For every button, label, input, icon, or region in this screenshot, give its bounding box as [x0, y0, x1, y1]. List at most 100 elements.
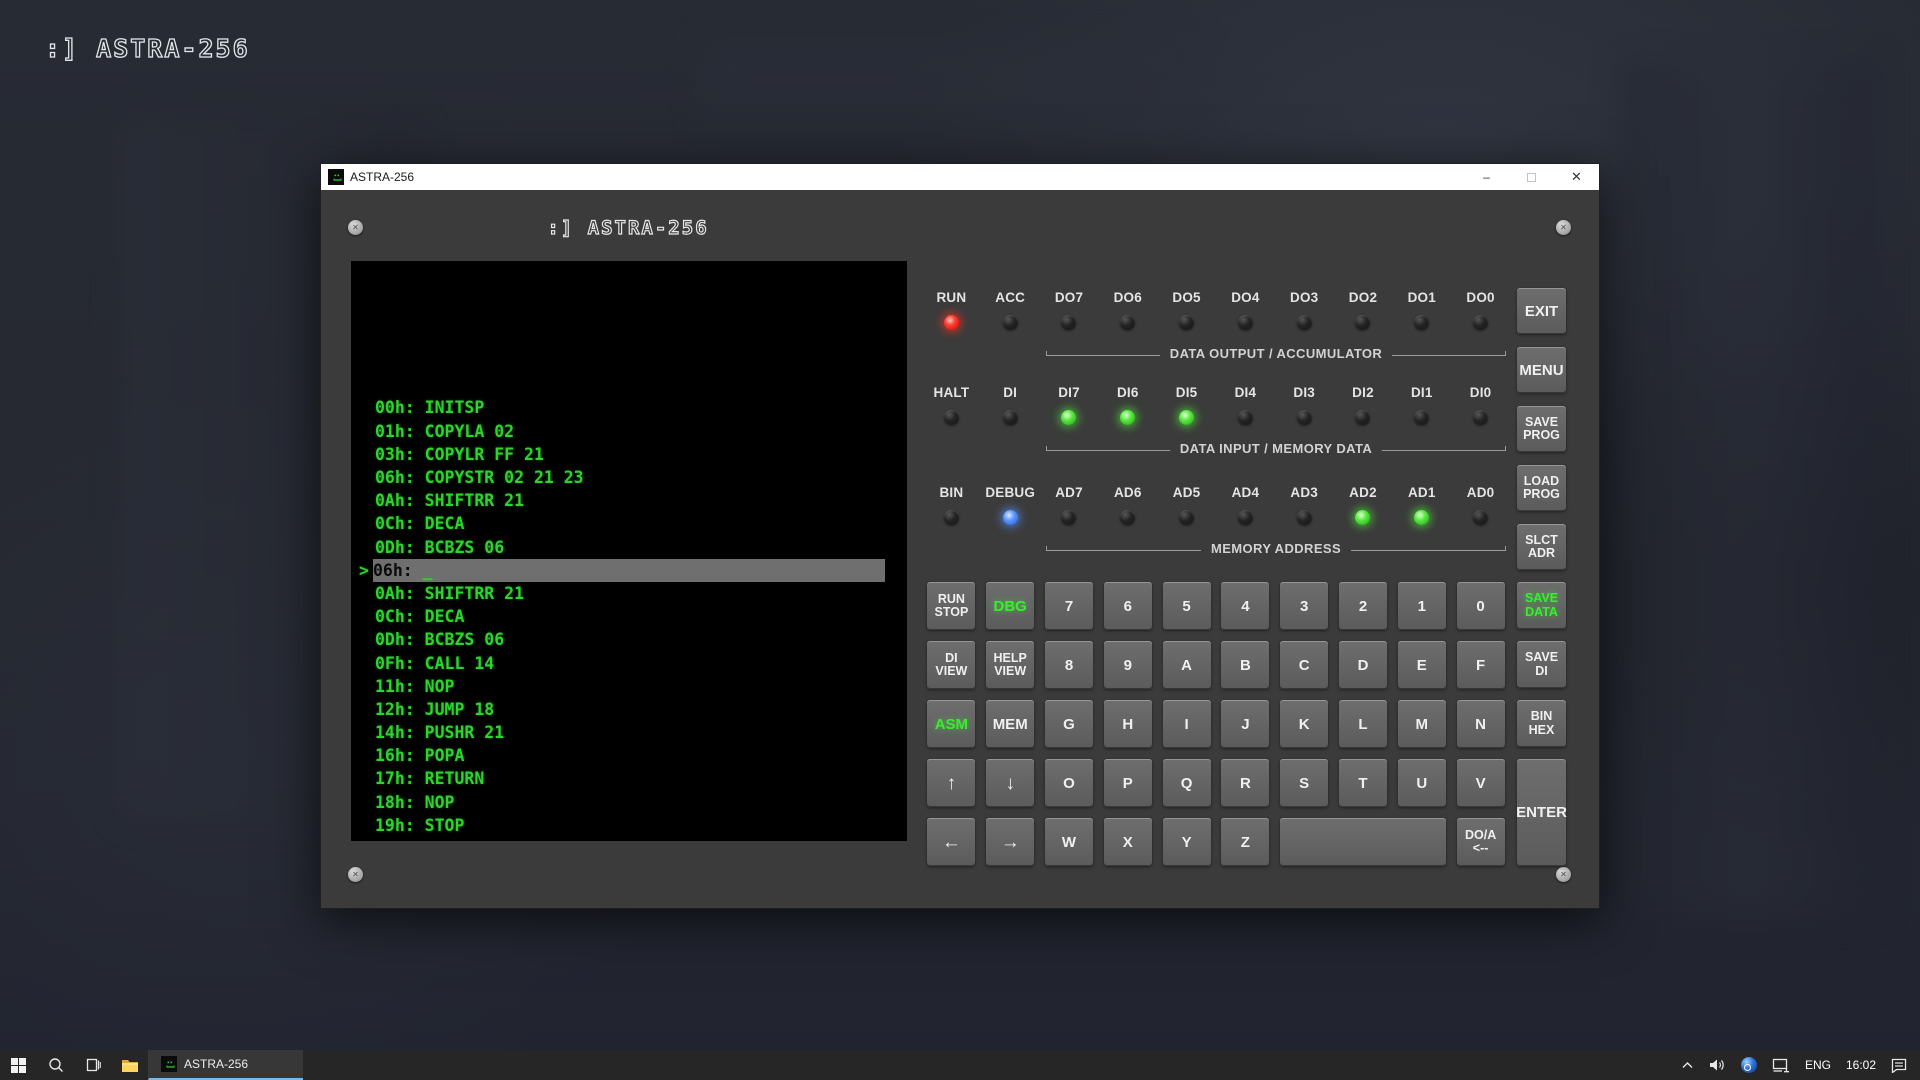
slct-adr-button[interactable]: SLCT ADR: [1517, 524, 1566, 570]
led-label-ad2: AD2: [1349, 485, 1377, 500]
k-key[interactable]: K: [1280, 700, 1329, 748]
led-label-ad6: AD6: [1113, 485, 1142, 500]
6-key[interactable]: 6: [1103, 582, 1152, 630]
save-prog-button[interactable]: SAVE PROG: [1517, 406, 1566, 452]
mem-key[interactable]: MEM: [986, 700, 1035, 748]
a-key[interactable]: A: [1162, 641, 1211, 689]
help-view-key[interactable]: HELP VIEW: [986, 641, 1035, 689]
clock[interactable]: 16:02: [1841, 1050, 1881, 1080]
8-key[interactable]: 8: [1045, 641, 1093, 689]
left-key[interactable]: ←: [927, 818, 976, 866]
b-key[interactable]: B: [1221, 641, 1270, 689]
dbg-key[interactable]: DBG: [986, 582, 1035, 630]
steam-tray-button[interactable]: [1736, 1050, 1762, 1080]
task-view-button[interactable]: [74, 1050, 111, 1080]
u-key[interactable]: U: [1397, 759, 1446, 807]
up-key[interactable]: ↑: [927, 759, 976, 807]
network-icon: [1772, 1058, 1789, 1072]
terminal-line: 14h: PUSHR 21: [375, 723, 505, 743]
f-key[interactable]: F: [1456, 641, 1505, 689]
led-run: [943, 315, 959, 330]
led-label-ad5: AD5: [1172, 485, 1201, 500]
tray-expand-button[interactable]: [1676, 1050, 1699, 1080]
search-icon: [48, 1058, 63, 1072]
d-key[interactable]: D: [1339, 641, 1387, 689]
1-key[interactable]: 1: [1397, 582, 1446, 630]
y-key[interactable]: Y: [1162, 818, 1211, 866]
x-key[interactable]: X: [1103, 818, 1152, 866]
down-key[interactable]: ↓: [986, 759, 1035, 807]
taskbar-app-astra256[interactable]: :] ASTRA-256: [148, 1050, 303, 1080]
led-ad2: [1355, 510, 1371, 525]
active-line-highlight: 06h: _: [373, 558, 885, 582]
w-key[interactable]: W: [1045, 818, 1093, 866]
q-key[interactable]: Q: [1162, 759, 1211, 807]
7-key[interactable]: 7: [1045, 582, 1093, 630]
exit-button[interactable]: EXIT: [1517, 288, 1566, 334]
5-key[interactable]: 5: [1162, 582, 1211, 630]
desktop-wallpaper-logo: :] ASTRA-256: [44, 33, 250, 63]
file-explorer-button[interactable]: [111, 1050, 148, 1080]
terminal-line: 0Ah: SHIFTRR 21: [375, 491, 525, 511]
4-key[interactable]: 4: [1221, 582, 1270, 630]
3-key[interactable]: 3: [1280, 582, 1329, 630]
start-button[interactable]: [0, 1050, 37, 1080]
v-key[interactable]: V: [1456, 759, 1505, 807]
j-key[interactable]: J: [1221, 700, 1270, 748]
right-key[interactable]: →: [986, 818, 1035, 866]
volume-button[interactable]: [1704, 1050, 1731, 1080]
maximize-button[interactable]: [1509, 164, 1554, 190]
s-key[interactable]: S: [1280, 759, 1329, 807]
led-group-bracket: MEMORY ADDRESS: [1046, 540, 1507, 556]
p-key[interactable]: P: [1103, 759, 1152, 807]
led-halt: [943, 410, 959, 425]
c-key[interactable]: C: [1280, 641, 1329, 689]
language-label: ENG: [1804, 1058, 1831, 1072]
h-key[interactable]: H: [1103, 700, 1152, 748]
enter-button[interactable]: ENTER: [1516, 759, 1567, 866]
9-key[interactable]: 9: [1103, 641, 1152, 689]
led-label-di7: DI7: [1058, 385, 1080, 400]
led-label-ad3: AD3: [1290, 485, 1318, 500]
do-a-key[interactable]: DO/A <--: [1456, 818, 1505, 866]
space-key[interactable]: [1280, 818, 1446, 866]
g-key[interactable]: G: [1045, 700, 1093, 748]
astra-app-icon: :]: [161, 1056, 177, 1072]
window-titlebar[interactable]: :] ASTRA-256 – ✕: [321, 164, 1599, 190]
network-button[interactable]: [1767, 1050, 1795, 1080]
led-di4: [1237, 410, 1253, 425]
m-key[interactable]: M: [1397, 700, 1446, 748]
menu-button[interactable]: MENU: [1517, 347, 1566, 393]
2-key[interactable]: 2: [1339, 582, 1387, 630]
load-prog-button[interactable]: LOAD PROG: [1517, 465, 1566, 511]
led-dot-row: [922, 410, 1510, 425]
led-label-ad0: AD0: [1466, 485, 1495, 500]
di-view-key[interactable]: DI VIEW: [927, 641, 976, 689]
led-dot-row: [922, 510, 1510, 525]
led-do2: [1355, 315, 1371, 330]
window-title: ASTRA-256: [350, 170, 415, 184]
i-key[interactable]: I: [1162, 700, 1211, 748]
0-key[interactable]: 0: [1456, 582, 1505, 630]
prompt-icon: >: [359, 560, 369, 580]
minimize-button[interactable]: –: [1464, 164, 1509, 190]
bin-hex-button[interactable]: BIN HEX: [1517, 700, 1566, 747]
led-label-row: HALT DI DI7 DI6 DI5 DI4 DI3 DI2 DI1 DI0: [922, 385, 1510, 400]
asm-key[interactable]: ASM: [927, 700, 976, 748]
t-key[interactable]: T: [1339, 759, 1387, 807]
save-di-button[interactable]: SAVE DI: [1517, 641, 1566, 688]
n-key[interactable]: N: [1456, 700, 1505, 748]
l-key[interactable]: L: [1339, 700, 1387, 748]
search-button[interactable]: [37, 1050, 74, 1080]
o-key[interactable]: O: [1045, 759, 1093, 807]
language-indicator[interactable]: ENG: [1800, 1050, 1836, 1080]
terminal-line: 01h: COPYLA 02: [375, 421, 515, 441]
action-center-button[interactable]: [1886, 1050, 1912, 1080]
save-data-button[interactable]: SAVE DATA: [1517, 582, 1566, 629]
r-key[interactable]: R: [1221, 759, 1270, 807]
z-key[interactable]: Z: [1221, 818, 1270, 866]
e-key[interactable]: E: [1397, 641, 1446, 689]
run-stop-key[interactable]: RUN STOP: [927, 582, 976, 630]
close-button[interactable]: ✕: [1554, 164, 1599, 190]
task-view-icon: [86, 1058, 101, 1072]
